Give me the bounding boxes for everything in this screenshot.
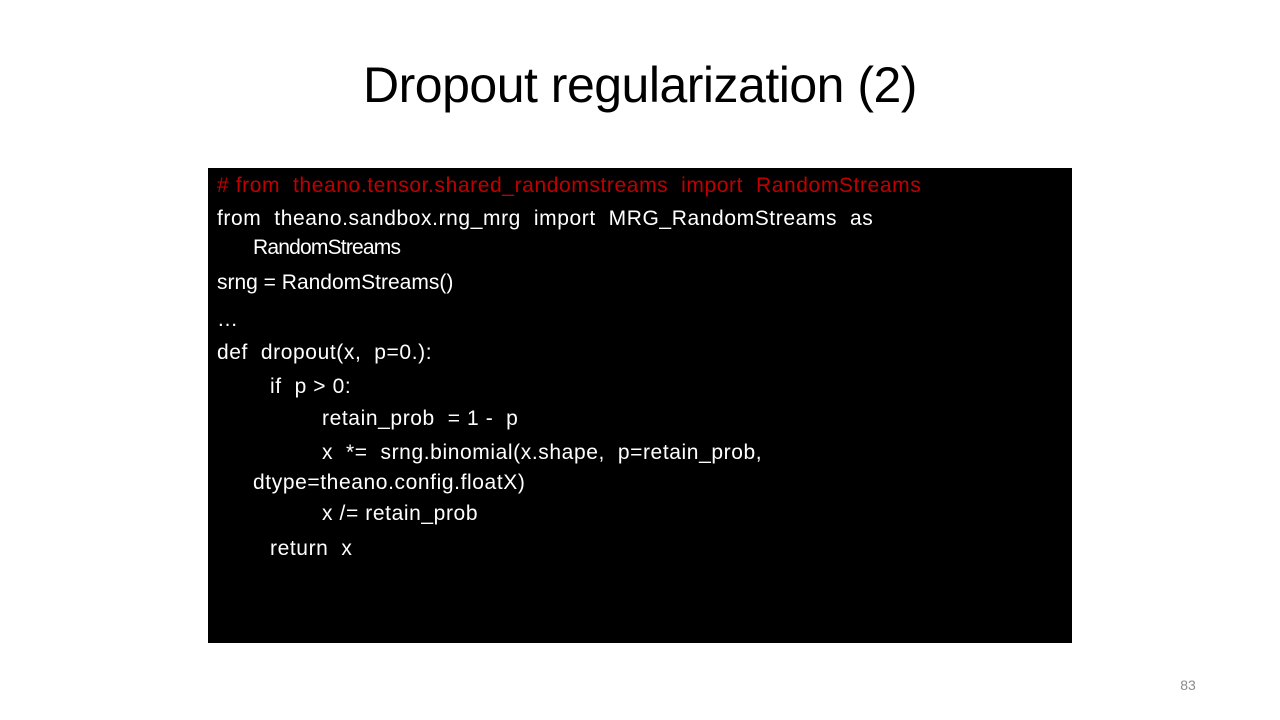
code-line-import: from theano.sandbox.rng_mrg import MRG_R… [217,207,874,230]
code-line-def: def dropout(x, p=0.): [217,341,433,364]
code-line-divide: x /= retain_prob [322,502,479,525]
code-block: # from theano.tensor.shared_randomstream… [208,168,1072,643]
code-line-retain: retain_prob = 1 - p [322,407,519,430]
code-line-return: return x [270,537,353,560]
code-line-binomial: x *= srng.binomial(x.shape, p=retain_pro… [322,441,763,464]
code-line-import-cont: RandomStreams [253,236,401,259]
code-line-ellipsis: … [217,308,239,331]
code-line-dtype: dtype=theano.config.floatX) [253,471,526,494]
page-number: 83 [1180,677,1196,693]
code-line-srng: srng = RandomStreams() [217,271,454,294]
slide-title: Dropout regularization (2) [363,57,917,113]
code-line-if: if p > 0: [270,375,352,398]
code-line-comment: # from theano.tensor.shared_randomstream… [217,174,922,197]
